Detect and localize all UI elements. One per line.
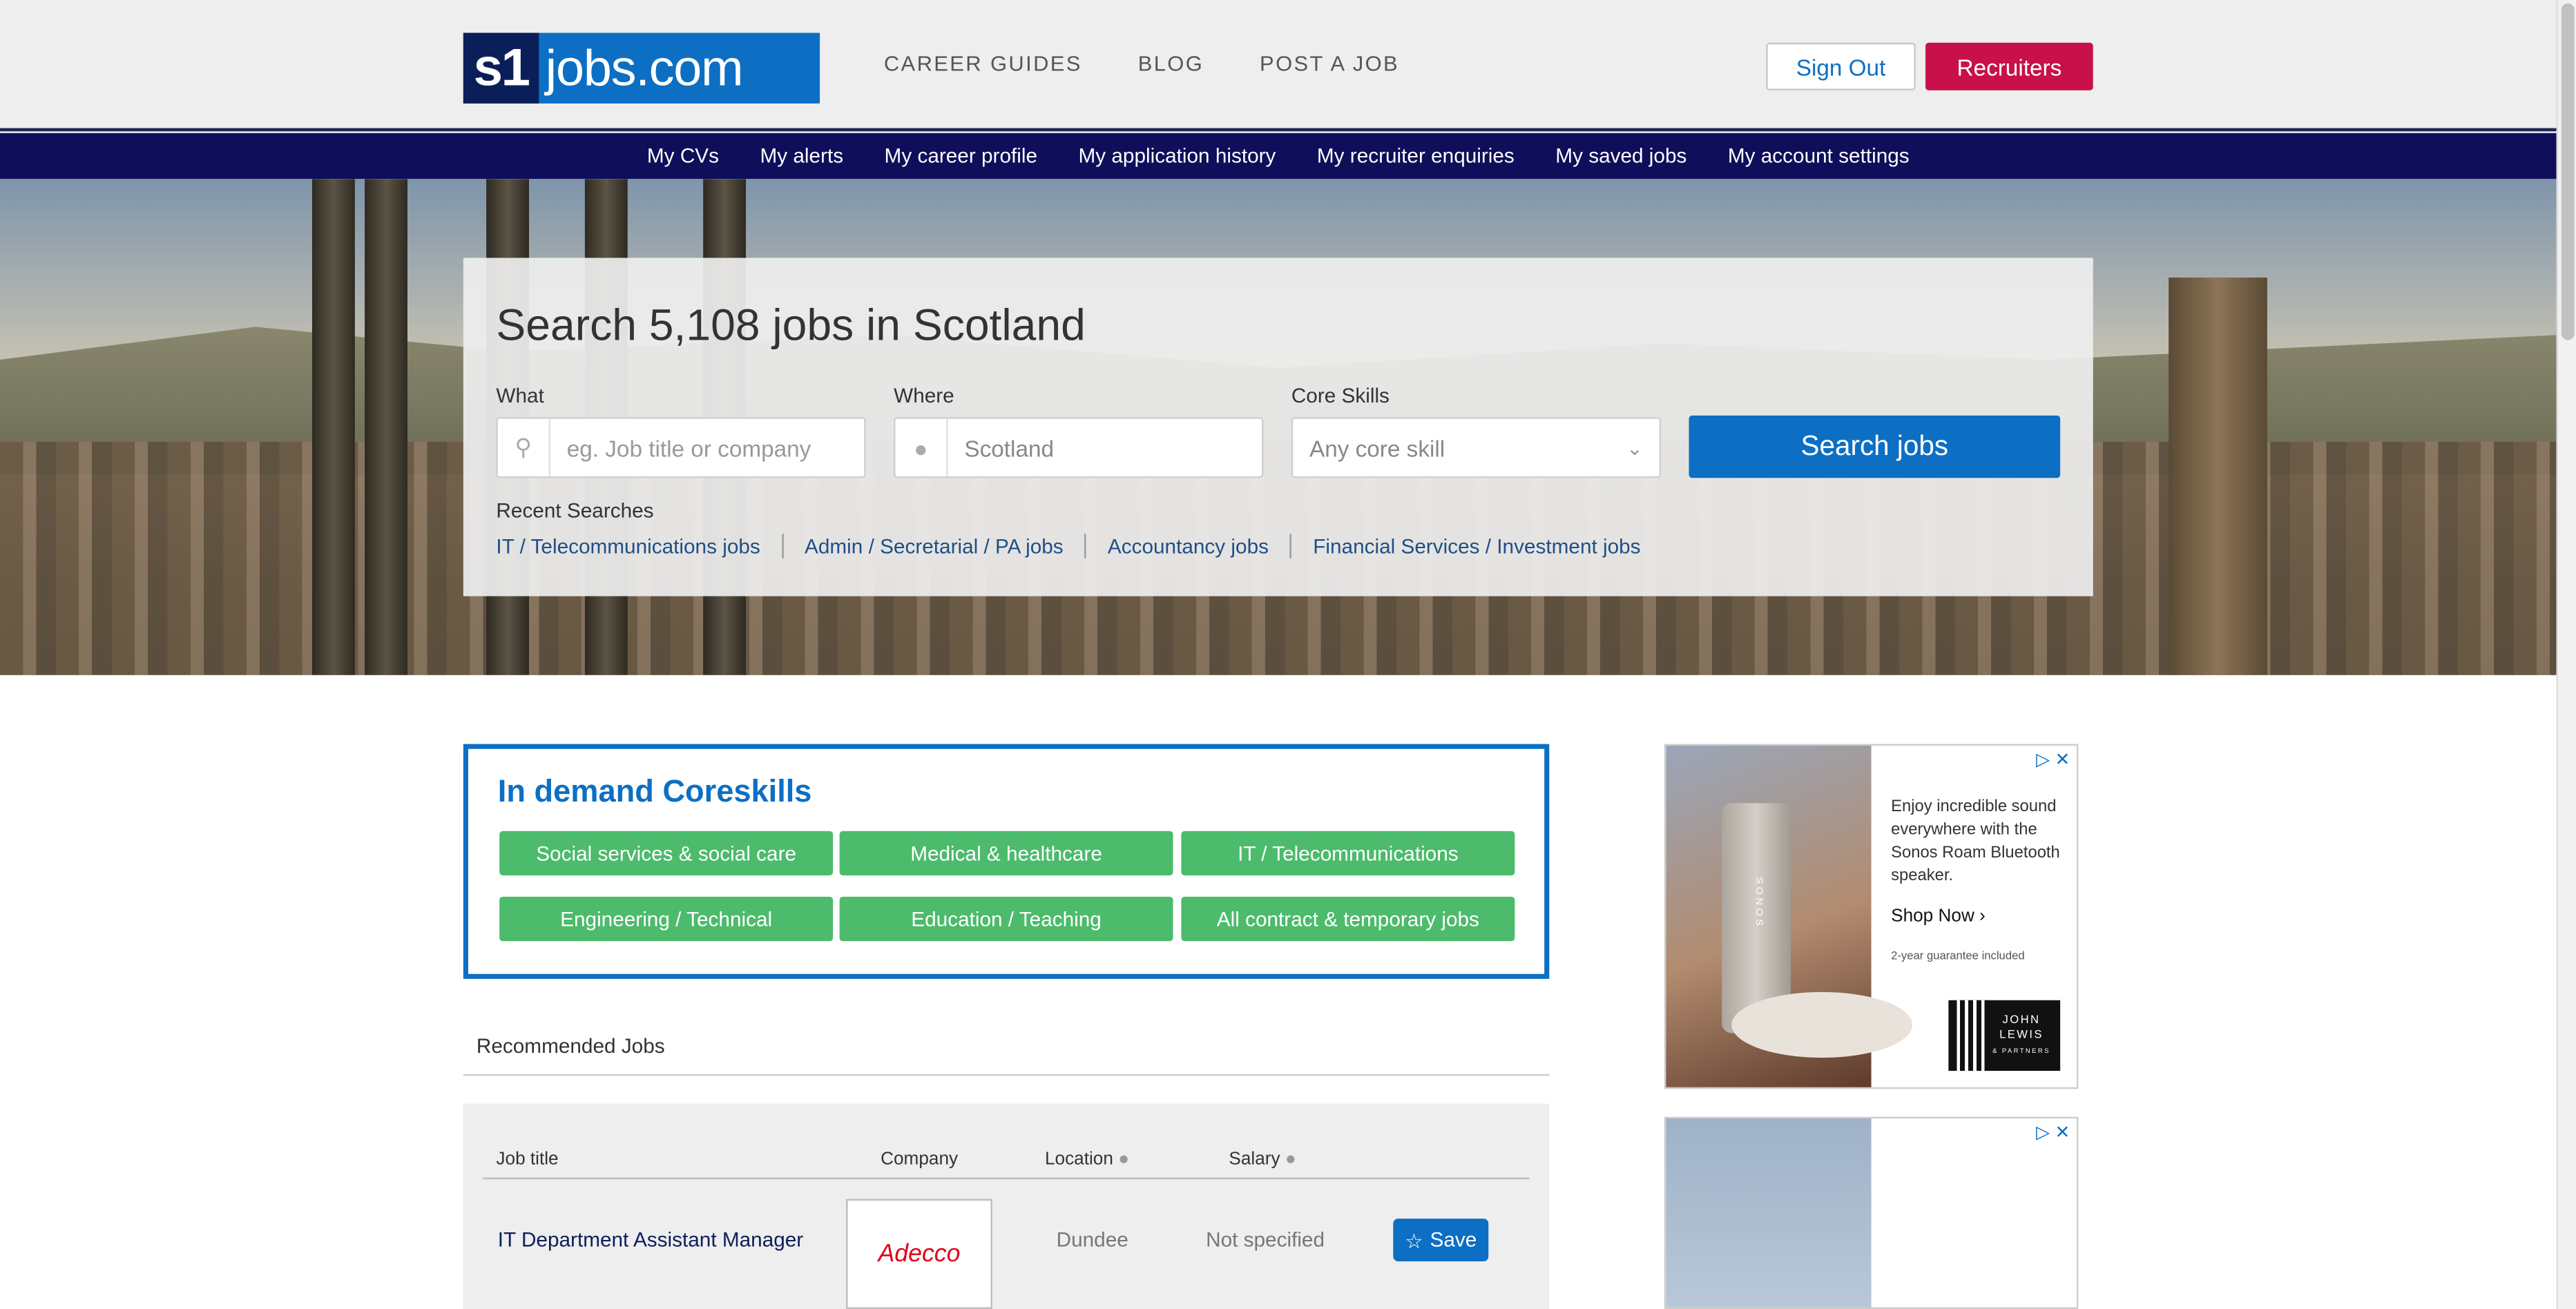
search-icon: ⚲ [498, 418, 550, 476]
site-header: s1 jobs.com CAREER GUIDES BLOG POST A JO… [0, 0, 2557, 132]
jobs-table: Job title Company Location ● Salary ● IT… [463, 1103, 1550, 1309]
ad-brand-line: JOHN [2002, 1015, 2041, 1027]
ad-product-text: SONOS [1753, 877, 1763, 929]
column-header-salary-label: Salary [1229, 1150, 1280, 1170]
search-jobs-button[interactable]: Search jobs [1689, 415, 2061, 478]
divider [463, 1074, 1550, 1076]
chevron-down-icon: ⌄ [1626, 436, 1643, 459]
coreskills-panel: In demand Coreskills Social services & s… [463, 744, 1550, 979]
account-nav-alerts[interactable]: My alerts [760, 144, 843, 167]
divider [1084, 534, 1086, 559]
top-nav: CAREER GUIDES BLOG POST A JOB [884, 51, 1399, 76]
column-header-location: Location ● [1045, 1150, 1129, 1170]
location-pin-icon: ● [896, 418, 948, 476]
what-label: What [496, 384, 544, 407]
job-location: Dundee [1056, 1228, 1128, 1252]
recent-searches: IT / Telecommunications jobs Admin / Sec… [496, 534, 1641, 559]
logo-text: jobs.com [545, 38, 744, 97]
ad-photo [1666, 1118, 1872, 1308]
advertisement[interactable]: SONOS ▷ ✕ Enjoy incredible sound everywh… [1664, 744, 2079, 1089]
company-logo[interactable]: Adecco [846, 1199, 992, 1309]
recent-search-link[interactable]: Financial Services / Investment jobs [1313, 534, 1640, 557]
scrollbar-thumb[interactable] [2561, 3, 2575, 340]
save-label: Save [1430, 1228, 1477, 1252]
ad-guarantee-text: 2-year guarantee included [1891, 951, 2025, 963]
nav-post-a-job[interactable]: POST A JOB [1260, 51, 1399, 76]
what-placeholder: eg. Job title or company [566, 434, 811, 461]
job-salary: Not specified [1206, 1228, 1325, 1252]
coreskill-chip[interactable]: Social services & social care [499, 831, 834, 875]
ad-shop-now-link[interactable]: Shop Now › [1891, 906, 1986, 927]
coins-icon: ● [1285, 1150, 1296, 1170]
account-nav-career-profile[interactable]: My career profile [885, 144, 1037, 167]
recommended-jobs-title: Recommended Jobs [476, 1034, 665, 1058]
ad-photo: SONOS [1666, 746, 1913, 1087]
coreskill-chip[interactable]: All contract & temporary jobs [1181, 896, 1515, 942]
column-header-job-title: Job title [496, 1150, 559, 1170]
column-header-salary: Salary ● [1229, 1150, 1296, 1170]
hero-clock-tower [2169, 278, 2267, 675]
what-input[interactable]: ⚲ eg. Job title or company [496, 417, 866, 478]
ad-brand-line: LEWIS [1999, 1029, 2044, 1042]
ad-brand-logo: JOHN LEWIS & PARTNERS [1948, 1000, 2061, 1072]
account-nav-cvs[interactable]: My CVs [647, 144, 719, 167]
page-scrollbar[interactable] [2556, 0, 2576, 1309]
where-input[interactable]: ● Scotland [894, 417, 1264, 478]
recent-search-link[interactable]: Admin / Secretarial / PA jobs [805, 534, 1064, 557]
ad-brand-bars [1957, 1000, 1990, 1072]
ad-choices-icon[interactable]: ▷ ✕ [2036, 749, 2070, 770]
divider [483, 1177, 1530, 1180]
account-nav-application-history[interactable]: My application history [1078, 144, 1276, 167]
coreskill-chip[interactable]: Medical & healthcare [839, 831, 1173, 875]
where-value: Scotland [964, 434, 1055, 461]
core-skills-label: Core Skills [1291, 384, 1390, 407]
save-job-button[interactable]: ☆ Save [1393, 1219, 1489, 1261]
divider [781, 534, 784, 559]
account-nav-saved-jobs[interactable]: My saved jobs [1555, 144, 1686, 167]
ad-cta-label: Shop Now [1891, 906, 1974, 927]
core-skills-select[interactable]: Any core skill ⌄ [1291, 417, 1662, 478]
account-nav: My CVs My alerts My career profile My ap… [0, 133, 2557, 180]
recent-searches-label: Recent Searches [496, 499, 654, 523]
advertisement[interactable]: ▷ ✕ [1664, 1116, 2079, 1309]
sign-out-button[interactable]: Sign Out [1766, 42, 1916, 90]
nav-blog[interactable]: BLOG [1138, 51, 1204, 76]
recent-search-link[interactable]: Accountancy jobs [1108, 534, 1269, 557]
column-header-location-label: Location [1044, 1150, 1113, 1170]
hero-column [311, 179, 355, 675]
site-logo[interactable]: s1 jobs.com [463, 32, 820, 104]
where-label: Where [894, 384, 954, 407]
ad-brand-line: & PARTNERS [1992, 1046, 2050, 1055]
coreskill-chip[interactable]: Education / Teaching [839, 896, 1173, 942]
star-icon: ☆ [1405, 1229, 1423, 1252]
core-skills-value: Any core skill [1309, 434, 1445, 461]
recent-search-link[interactable]: IT / Telecommunications jobs [496, 534, 760, 557]
ad-choices-icon[interactable]: ▷ ✕ [2036, 1122, 2070, 1143]
column-header-company: Company [881, 1150, 959, 1170]
divider [1289, 534, 1292, 559]
recruiters-button[interactable]: Recruiters [1925, 42, 2093, 90]
ad-text: Enjoy incredible sound everywhere with t… [1891, 798, 2060, 886]
hero-column [365, 179, 407, 675]
company-logo-text: Adecco [857, 1240, 981, 1268]
nav-career-guides[interactable]: CAREER GUIDES [884, 51, 1082, 76]
location-pin-icon: ● [1118, 1150, 1130, 1170]
account-nav-recruiter-enquiries[interactable]: My recruiter enquiries [1317, 144, 1515, 167]
coreskills-title: In demand Coreskills [497, 775, 812, 810]
search-heading: Search 5,108 jobs in Scotland [496, 300, 1086, 350]
ad-plate-image [1731, 991, 1913, 1058]
logo-mark: s1 [463, 32, 539, 104]
job-title-link[interactable]: IT Department Assistant Manager [498, 1228, 803, 1251]
coreskill-chip[interactable]: Engineering / Technical [499, 896, 834, 942]
search-panel: Search 5,108 jobs in Scotland What ⚲ eg.… [463, 258, 2093, 597]
coreskill-chip[interactable]: IT / Telecommunications [1181, 831, 1515, 875]
account-nav-account-settings[interactable]: My account settings [1728, 144, 1910, 167]
